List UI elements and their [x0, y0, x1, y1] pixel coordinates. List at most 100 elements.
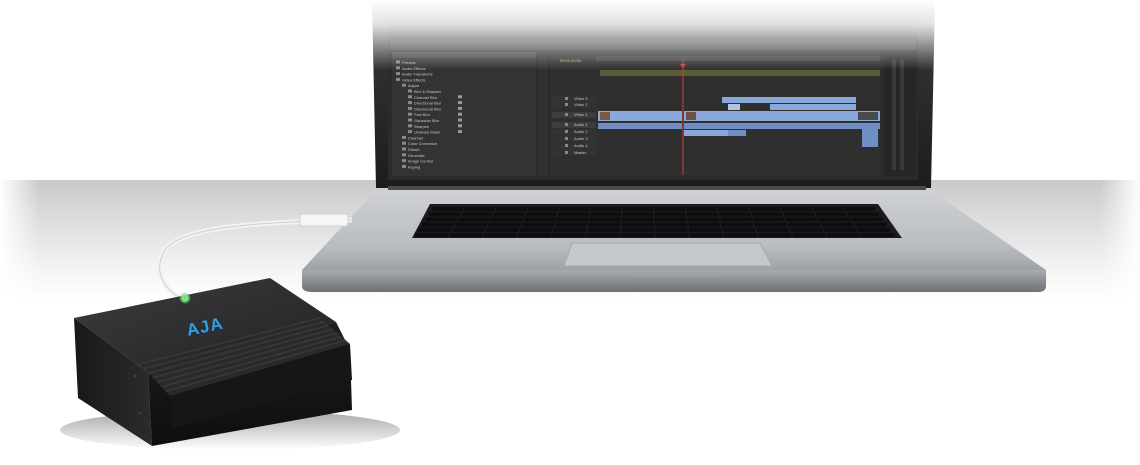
effects-panel-header: [392, 52, 536, 58]
keyboard-key: [590, 212, 622, 217]
keyboard-key: [555, 222, 588, 227]
bin-folder-icon: [402, 164, 406, 168]
keyboard-key: [824, 227, 857, 232]
effect-badge-icon: [458, 118, 462, 122]
keyboard-key: [718, 207, 749, 211]
keyboard-key: [591, 207, 622, 211]
bin-folder-icon: [408, 106, 412, 110]
eye-icon: [565, 113, 568, 116]
status-light: [183, 296, 187, 300]
keyboard-key: [654, 212, 686, 217]
eye-icon: [565, 151, 568, 154]
bin-item: Keying: [408, 164, 420, 169]
clip-thumbnail-a: [600, 112, 610, 120]
keyboard-key: [621, 227, 654, 232]
keyboard-key: [688, 222, 721, 227]
keyboard-key: [783, 212, 815, 217]
clip-audio2-a: [684, 130, 728, 136]
bin-item: Directional Blur: [414, 106, 442, 111]
keyboard-key: [785, 217, 818, 222]
bin-folder-icon: [396, 77, 400, 81]
keyboard-key: [588, 222, 621, 227]
track-name: Audio 4: [574, 143, 588, 148]
keyboard-key: [719, 212, 751, 217]
keyboard-key: [788, 222, 821, 227]
clip-audio2-b: [728, 130, 746, 136]
clip-thumbnail-b: [686, 112, 696, 120]
bin-item: Sharpen: [414, 124, 429, 129]
keyboard-key: [826, 233, 860, 237]
keyboard-key: [861, 233, 895, 237]
clip-video1-b: [684, 111, 880, 121]
keyboard-key: [754, 222, 787, 227]
bin-item: Generate: [408, 153, 425, 158]
keyboard-key: [722, 227, 756, 232]
bin-item: Fast Blur: [414, 112, 431, 117]
effect-badge-icon: [458, 101, 462, 105]
keyboard-key: [858, 227, 891, 232]
app-header-strip: [390, 40, 916, 50]
keyboard-key: [458, 217, 490, 222]
keyboard-key: [552, 233, 586, 237]
keyboard-key: [491, 217, 523, 222]
clip-video2-b: [770, 104, 856, 110]
keyboard-key: [655, 222, 687, 227]
keyboard-key: [452, 227, 485, 232]
bin-folder-icon: [402, 135, 406, 139]
keyboard-key: [720, 217, 752, 222]
bin-item: Color Correction: [408, 141, 437, 146]
effects-panel: PresetsAudio EffectsAudio TransitionsVid…: [392, 52, 536, 176]
keyboard-key: [518, 233, 551, 237]
effect-badge-icon: [458, 112, 462, 116]
keyboard-key: [622, 217, 654, 222]
keyboard-key: [622, 207, 654, 211]
bin-folder-icon: [402, 141, 406, 145]
effect-badge-icon: [458, 124, 462, 128]
trackpad: [563, 242, 773, 267]
eye-icon: [565, 103, 568, 106]
keyboard-key: [432, 207, 463, 211]
bin-item: Channel Blur: [414, 95, 438, 100]
bin-folder-icon: [408, 118, 412, 122]
track-name: Video 3: [574, 96, 588, 101]
keyboard-key: [523, 217, 556, 222]
bin-folder-icon: [408, 95, 412, 99]
bin-folder-icon: [408, 89, 412, 93]
keyboard-key: [558, 212, 589, 217]
bin-folder-icon: [408, 130, 412, 134]
bin-item: Distort: [408, 147, 420, 152]
time-ruler: [596, 56, 880, 61]
bin-item: Gaussian Blur: [414, 118, 440, 123]
track-name: Audio 1: [574, 122, 588, 127]
bin-folder-icon: [408, 101, 412, 105]
keyboard-key: [520, 227, 553, 232]
track-name: Audio 2: [574, 129, 588, 134]
effect-badge-icon: [458, 95, 462, 99]
keyboard-key: [493, 212, 525, 217]
keyboard-key: [848, 212, 879, 217]
clip-audio-end: [862, 123, 878, 147]
clip-video1-a: [598, 111, 682, 121]
keyboard-key: [527, 207, 559, 211]
bin-folder-icon: [402, 159, 406, 163]
eye-icon: [565, 137, 568, 140]
keyboard-key: [461, 212, 493, 217]
keyboard-key: [781, 207, 812, 211]
bin-item: Audio Transitions: [402, 72, 433, 77]
keyboard-key: [486, 227, 519, 232]
keyboard-key: [521, 222, 554, 227]
keyboard-key: [749, 207, 781, 211]
bin-item: Image Control: [408, 159, 433, 164]
bin-item: Directional Blur: [414, 101, 442, 106]
keyboard-key: [686, 212, 718, 217]
bin-item: Channel: [408, 135, 423, 140]
scene-illustration: PresetsAudio EffectsAudio TransitionsVid…: [60, 0, 1046, 450]
keyboard-key: [686, 207, 717, 211]
bin-item: Audio Effects: [402, 66, 426, 71]
keyboard-key: [449, 233, 483, 237]
bin-item: Adjust: [408, 83, 420, 88]
product-photo: Presets Audio Effects Audio Transitions Vid…: [0, 0, 1140, 465]
keyboard-key: [792, 233, 826, 237]
keyboard-key: [525, 212, 557, 217]
audio-meter-right: [900, 60, 904, 170]
